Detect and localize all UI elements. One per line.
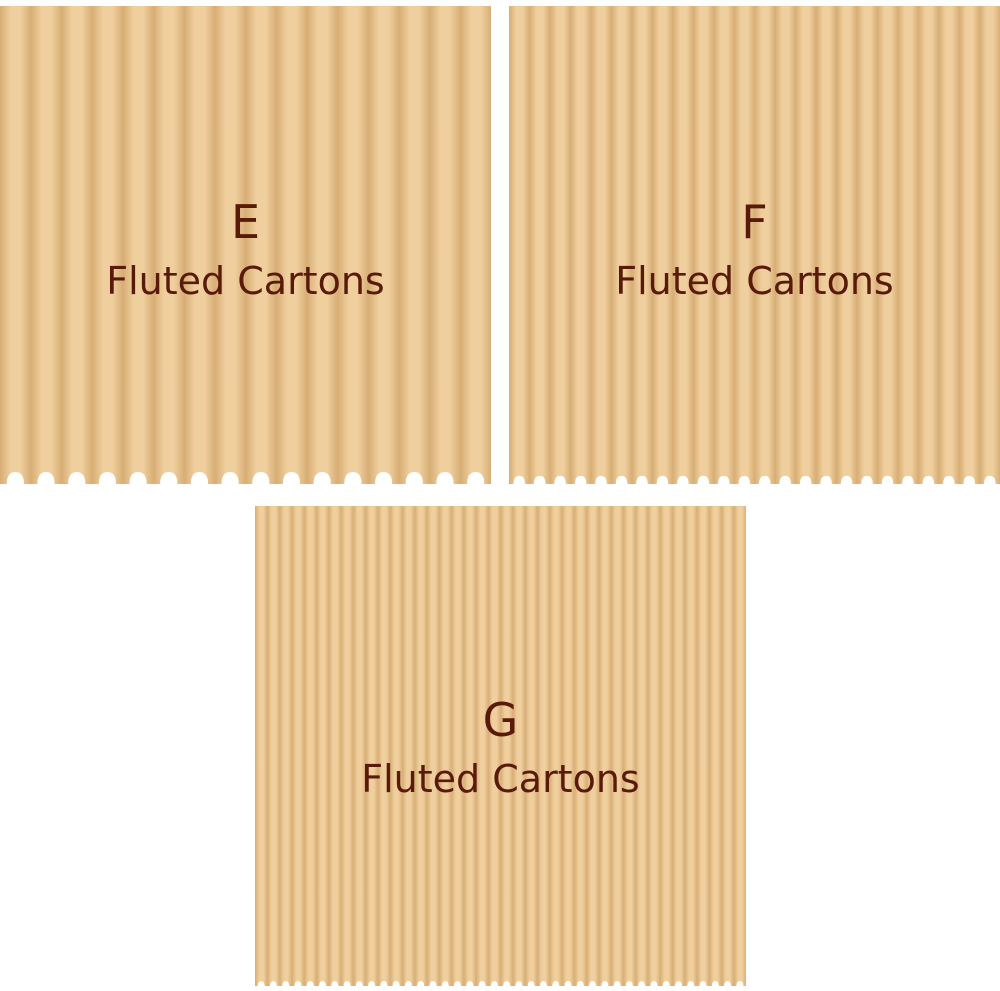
- flute-stripe: [672, 506, 686, 986]
- flute-stripe: [414, 506, 428, 986]
- flute-stripe: [611, 6, 633, 484]
- flute-panel-e: E Fluted Cartons: [0, 6, 491, 484]
- flute-stripe: [979, 6, 1000, 484]
- flute-stripe: [304, 506, 317, 986]
- flute-panel-f: F Fluted Cartons: [509, 6, 1000, 484]
- flute-stripe: [153, 6, 185, 484]
- flute-stripe: [460, 6, 491, 484]
- flute-stripe: [631, 6, 653, 484]
- flute-stripe: [549, 6, 571, 484]
- flute-caption: Fluted Cartons: [615, 259, 894, 303]
- flute-stripe: [647, 506, 661, 986]
- flute-stripe: [660, 506, 673, 986]
- flute-stripe: [0, 6, 32, 484]
- flute-stripe: [696, 506, 710, 986]
- flute-stripe: [635, 506, 649, 986]
- flute-stripe: [537, 506, 551, 986]
- flute-stripe: [451, 506, 465, 986]
- flute-stripe: [92, 6, 124, 484]
- flute-letter: E: [230, 195, 261, 249]
- flute-stripe: [390, 506, 403, 986]
- flute-stripe: [610, 506, 624, 986]
- flute-stripe: [877, 6, 899, 484]
- flute-letter: G: [482, 693, 519, 747]
- flute-stripe: [586, 506, 600, 986]
- flute-stripe: [328, 506, 342, 986]
- flute-stripe: [398, 6, 431, 484]
- flute-stripe: [439, 506, 452, 986]
- flute-stripe: [184, 6, 216, 484]
- flute-stripe: [279, 506, 293, 986]
- flute-stripe: [561, 506, 575, 986]
- flute-stripe: [365, 506, 379, 986]
- flute-stripe: [340, 506, 354, 986]
- flute-stripe: [463, 506, 477, 986]
- flute-stripe: [652, 6, 674, 484]
- flute-stripe: [713, 6, 735, 484]
- flute-stripe: [276, 6, 308, 484]
- flute-stripe: [337, 6, 369, 484]
- flute-stripe: [836, 6, 858, 484]
- flute-stripe: [426, 506, 440, 986]
- flute-stripe: [623, 506, 637, 986]
- flute-stripe: [306, 6, 339, 484]
- flute-stripe: [684, 506, 698, 986]
- flute-stripe: [815, 6, 837, 484]
- flute-stripe: [795, 6, 817, 484]
- flute-stripe: [122, 6, 154, 484]
- flute-stripe: [709, 506, 722, 986]
- flute-caption: Fluted Cartons: [106, 259, 385, 303]
- flute-stripe: [368, 6, 400, 484]
- flute-stripe: [291, 506, 305, 986]
- flute-stripe: [774, 6, 796, 484]
- flute-stripe: [549, 506, 563, 986]
- flute-stripe: [429, 6, 461, 484]
- flute-stripe: [856, 6, 878, 484]
- flute-stripe: [959, 6, 981, 484]
- flute-stripe: [529, 6, 551, 484]
- flute-stripe: [267, 506, 281, 986]
- flute-stripe: [918, 6, 940, 484]
- flute-stripe: [61, 6, 93, 484]
- flute-stripe: [574, 506, 587, 986]
- flute-stripe: [316, 506, 330, 986]
- flute-stripe: [402, 506, 416, 986]
- flute-stripe: [733, 506, 746, 986]
- flute-panel-g: G Fluted Cartons: [255, 506, 746, 986]
- flute-stripe: [938, 6, 960, 484]
- flute-stripe: [255, 506, 268, 986]
- flute-caption: Fluted Cartons: [361, 757, 640, 801]
- flute-stripe: [377, 506, 391, 986]
- flute-stripe: [721, 506, 735, 986]
- flute-stripe: [509, 6, 530, 484]
- flute-stripe: [353, 506, 366, 986]
- flute-stripe: [525, 506, 538, 986]
- flute-stripe: [30, 6, 62, 484]
- flute-stripe: [672, 6, 694, 484]
- flute-stripe: [590, 6, 612, 484]
- flute-stripe: [598, 506, 612, 986]
- flute-stripe: [570, 6, 592, 484]
- flute-stripe: [693, 6, 715, 484]
- flute-stripe: [897, 6, 919, 484]
- flute-letter: F: [741, 195, 768, 249]
